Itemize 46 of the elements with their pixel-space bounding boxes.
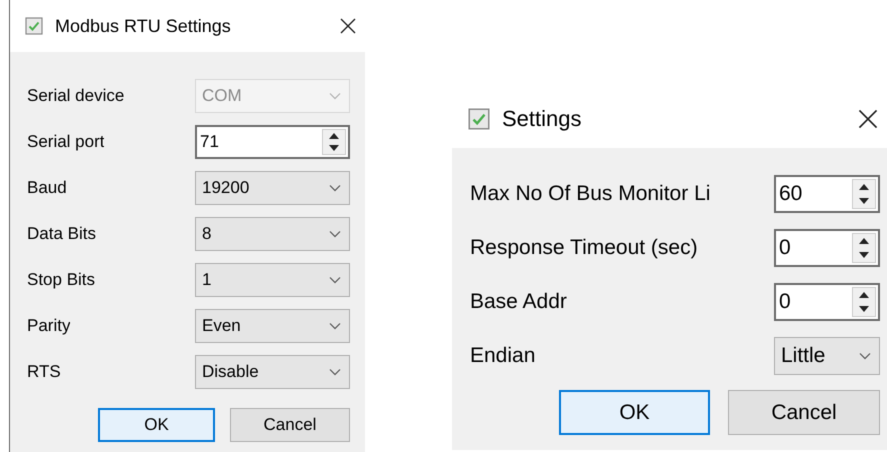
chevron-down-icon [329, 184, 341, 192]
close-icon[interactable] [339, 17, 357, 35]
window-title: Modbus RTU Settings [55, 16, 232, 36]
ok-button[interactable]: OK [559, 390, 710, 435]
chevron-down-icon [329, 368, 341, 376]
dropdown[interactable]: Even [195, 309, 350, 343]
field-label: Serial device [27, 86, 124, 106]
up-arrow-icon[interactable] [859, 184, 869, 190]
field-label: Stop Bits [27, 270, 96, 290]
chevron-down-icon [329, 92, 341, 100]
up-arrow-icon[interactable] [329, 133, 339, 139]
dropdown[interactable]: 19200 [195, 171, 350, 205]
field-label: Response Timeout (sec) [470, 236, 698, 260]
chevron-down-icon [859, 352, 871, 360]
chevron-down-icon [329, 230, 341, 238]
field-label: Baud [27, 178, 67, 198]
field-label: Data Bits [27, 224, 96, 244]
cancel-button[interactable]: Cancel [230, 408, 350, 442]
spin-box[interactable]: 60 [774, 175, 880, 213]
checkbox-app-icon [468, 108, 490, 130]
down-arrow-icon[interactable] [329, 145, 339, 151]
ok-button[interactable]: OK [98, 408, 215, 442]
down-arrow-icon[interactable] [859, 252, 869, 258]
cancel-button[interactable]: Cancel [728, 390, 880, 435]
down-arrow-icon[interactable] [859, 198, 869, 204]
up-arrow-icon[interactable] [859, 292, 869, 298]
dropdown[interactable]: 1 [195, 263, 350, 297]
checkbox-app-icon [25, 17, 43, 35]
dropdown[interactable]: 8 [195, 217, 350, 251]
field-label: Base Addr [470, 290, 567, 314]
field-label: Parity [27, 316, 70, 336]
chevron-down-icon [329, 322, 341, 330]
close-icon[interactable] [857, 108, 879, 130]
up-arrow-icon[interactable] [859, 238, 869, 244]
down-arrow-icon[interactable] [859, 306, 869, 312]
spin-box[interactable]: 0 [774, 283, 880, 321]
chevron-down-icon [329, 276, 341, 284]
field-label: Serial port [27, 132, 104, 152]
spin-box[interactable]: 71 [195, 125, 350, 159]
field-label: Max No Of Bus Monitor Li [470, 182, 710, 206]
field-label: Endian [470, 344, 536, 368]
field-label: RTS [27, 362, 61, 382]
dropdown[interactable]: Little [774, 337, 880, 375]
dropdown[interactable]: Disable [195, 355, 350, 389]
window-title: Settings [502, 106, 582, 132]
spin-box[interactable]: 0 [774, 229, 880, 267]
